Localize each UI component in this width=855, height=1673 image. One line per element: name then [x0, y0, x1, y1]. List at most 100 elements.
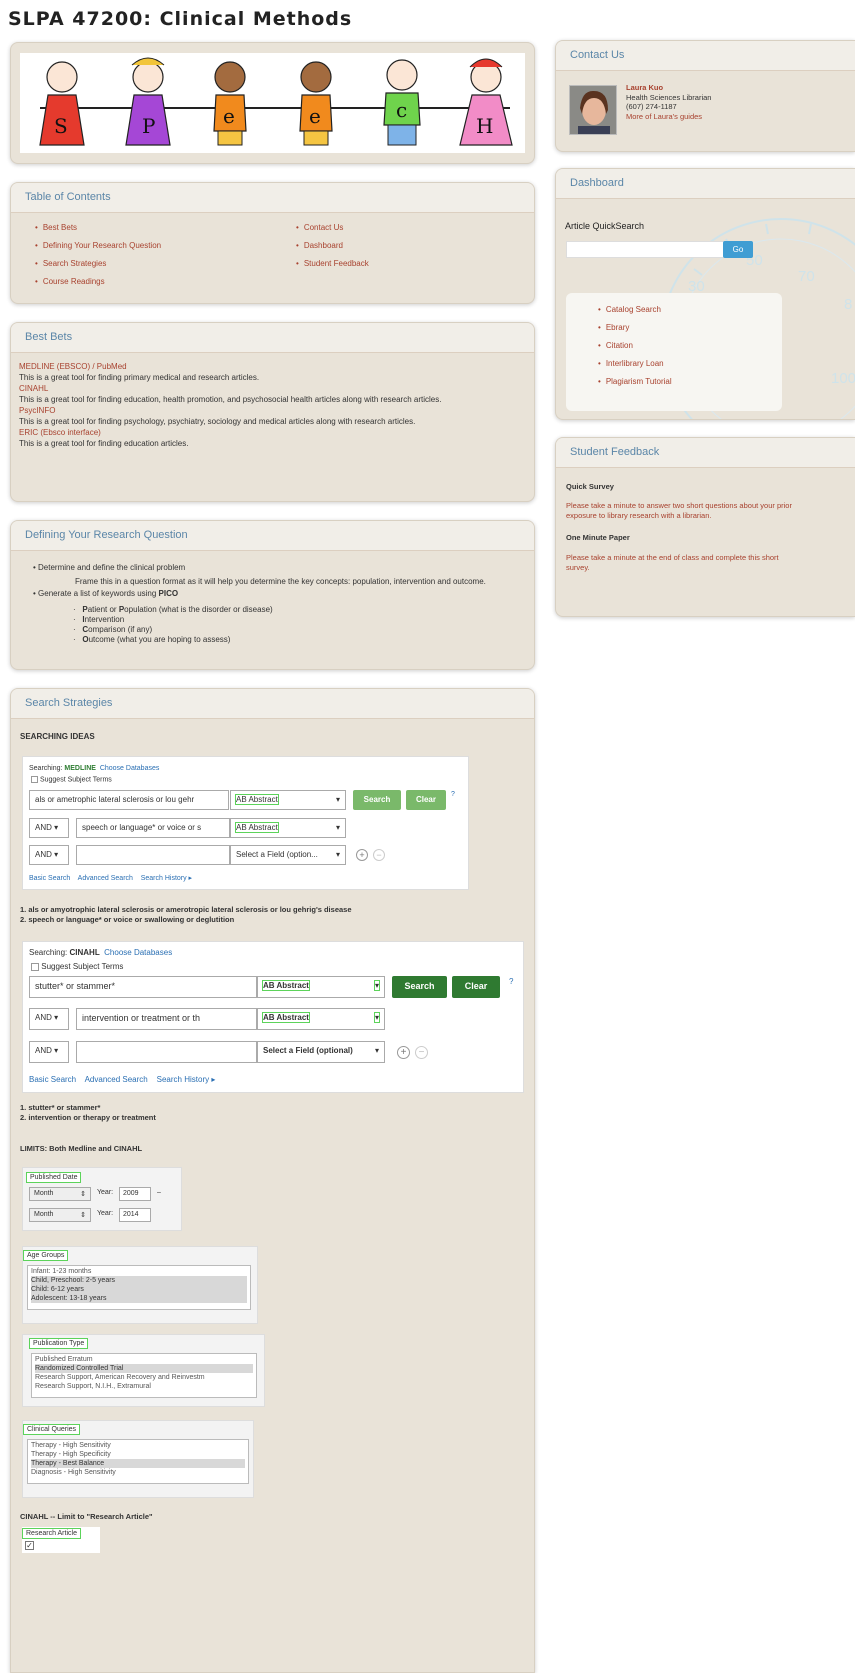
best-bet-link-eric[interactable]: ERIC (Ebsco interface)	[19, 427, 526, 438]
dash-link-catalog-search[interactable]: Catalog Search	[598, 305, 782, 314]
help-icon[interactable]: ?	[509, 977, 513, 986]
medline-row3-op[interactable]: AND ▾	[29, 845, 69, 865]
remove-row-icon[interactable]: −	[415, 1046, 428, 1059]
research-question-box: Defining Your Research Question • Determ…	[10, 520, 535, 670]
pico-list: · Patient or Population (what is the dis…	[73, 605, 523, 645]
quicksearch-input[interactable]	[566, 241, 726, 258]
age-option-infant[interactable]: Infant: 1-23 months	[31, 1267, 247, 1276]
cinahl-row2-input[interactable]: intervention or treatment or th	[76, 1008, 257, 1030]
dashboard-title: Dashboard	[556, 169, 855, 199]
research-article-checkbox[interactable]: ✓	[25, 1541, 34, 1550]
rq-bullet-1: • Determine and define the clinical prob…	[33, 563, 186, 572]
librarian-name[interactable]: Laura Kuo	[626, 83, 711, 93]
published-date-month-1[interactable]: Month ⇕	[29, 1187, 91, 1201]
cinahl-row2-op[interactable]: AND ▾	[29, 1008, 69, 1030]
publication-type-label: Publication Type	[29, 1338, 89, 1349]
dash-link-interlibrary-loan[interactable]: Interlibrary Loan	[598, 359, 782, 368]
toc-link-dashboard[interactable]: Dashboard	[296, 241, 369, 250]
cq-option-therapy-sensitivity[interactable]: Therapy - High Sensitivity	[31, 1441, 245, 1450]
medline-row1-field-select[interactable]: AB Abstract ▾	[230, 790, 346, 810]
dashboard-links-panel: Catalog Search Ebrary Citation Interlibr…	[566, 293, 782, 411]
medline-suggest-label: Suggest Subject Terms	[39, 776, 112, 784]
cinahl-row3-field-select[interactable]: Select a Field (optional) ▾	[257, 1041, 385, 1063]
limits-heading: LIMITS: Both Medline and CINAHL	[20, 1144, 143, 1153]
medline-row3-field-select[interactable]: Select a Field (option... ▾	[230, 845, 346, 865]
best-bet-link-psycinfo[interactable]: PsycINFO	[19, 405, 526, 416]
cinahl-row1-field-select[interactable]: AB Abstract ▾	[257, 976, 385, 998]
gauge-number-70: 70	[798, 268, 815, 285]
medline-row2-op[interactable]: AND ▾	[29, 818, 69, 838]
toc-link-search-strategies[interactable]: Search Strategies	[35, 259, 161, 268]
medline-search-history-link[interactable]: Search History ▸	[141, 875, 192, 882]
year-label-2: Year:	[97, 1210, 114, 1217]
pubtype-option-erratum[interactable]: Published Erratum	[35, 1355, 253, 1364]
cinahl-search-button[interactable]: Search	[392, 976, 447, 998]
banner-letter-4: e	[309, 104, 321, 128]
banner-letter-3: e	[223, 104, 235, 128]
dash-link-citation[interactable]: Citation	[598, 341, 782, 350]
published-date-year-1[interactable]: 2009	[119, 1187, 151, 1201]
cinahl-suggest-checkbox[interactable]	[31, 962, 39, 971]
dash-link-ebrary[interactable]: Ebrary	[598, 323, 782, 332]
age-option-child[interactable]: Child: 6-12 years	[31, 1285, 247, 1294]
cinahl-row1-input[interactable]: stutter* or stammer*	[29, 976, 257, 998]
age-groups-limit: Age Groups Infant: 1-23 months Child, Pr…	[22, 1246, 258, 1324]
medline-search-button[interactable]: Search	[353, 790, 401, 810]
cq-option-therapy-balance[interactable]: Therapy - Best Balance	[31, 1459, 245, 1468]
toc-link-contact-us[interactable]: Contact Us	[296, 223, 369, 232]
librarian-phone: (607) 274-1187	[626, 102, 677, 111]
medline-row1-input[interactable]: als or ametrophic lateral sclerosis or l…	[29, 790, 229, 810]
medline-row2-input[interactable]: speech or language* or voice or s	[76, 818, 230, 838]
medline-row3-input[interactable]	[76, 845, 230, 865]
gauge-number-100: 100	[831, 370, 855, 387]
add-row-icon[interactable]: +	[356, 849, 368, 861]
gauge-number-8: 8	[844, 296, 852, 313]
cinahl-clear-button[interactable]: Clear	[452, 976, 500, 998]
medline-clear-button[interactable]: Clear	[406, 790, 446, 810]
toc-link-student-feedback[interactable]: Student Feedback	[296, 259, 369, 268]
publication-type-select[interactable]: Published Erratum Randomized Controlled …	[31, 1353, 257, 1398]
published-date-label: Published Date	[26, 1172, 82, 1183]
published-date-year-2[interactable]: 2014	[119, 1208, 151, 1222]
dashboard-box: Dashboard 30 50 70 8 100 Article QuickSe…	[555, 168, 855, 420]
age-option-adolescent[interactable]: Adolescent: 13-18 years	[31, 1294, 247, 1303]
dash-link-plagiarism-tutorial[interactable]: Plagiarism Tutorial	[598, 377, 782, 386]
best-bet-link-cinahl[interactable]: CINAHL	[19, 383, 526, 394]
pubtype-option-arra[interactable]: Research Support, American Recovery and …	[35, 1373, 253, 1382]
cq-option-diagnosis-sensitivity[interactable]: Diagnosis - High Sensitivity	[31, 1468, 245, 1477]
clinical-queries-select[interactable]: Therapy - High Sensitivity Therapy - Hig…	[27, 1439, 249, 1484]
age-groups-select[interactable]: Infant: 1-23 months Child, Preschool: 2-…	[27, 1265, 251, 1310]
help-icon[interactable]: ?	[451, 791, 455, 798]
cinahl-row3-input[interactable]	[76, 1041, 257, 1063]
best-bet-link-medline[interactable]: MEDLINE (EBSCO) / PubMed	[19, 361, 526, 372]
medline-advanced-search-link[interactable]: Advanced Search	[78, 875, 133, 882]
quicksearch-go-button[interactable]: Go	[723, 241, 753, 258]
cinahl-advanced-search-link[interactable]: Advanced Search	[85, 1075, 148, 1084]
research-article-label: Research Article	[22, 1528, 81, 1539]
more-guides-link[interactable]: More of Laura's guides	[626, 112, 711, 122]
cinahl-basic-search-link[interactable]: Basic Search	[29, 1075, 76, 1084]
cinahl-search-history-link[interactable]: Search History ▸	[157, 1075, 216, 1084]
published-date-month-2[interactable]: Month ⇕	[29, 1208, 91, 1222]
medline-row2-field-select[interactable]: AB Abstract ▾	[230, 818, 346, 838]
toc-link-defining-question[interactable]: Defining Your Research Question	[35, 241, 161, 250]
cinahl-row2-field-select[interactable]: AB Abstract ▾	[257, 1008, 385, 1030]
add-row-icon[interactable]: +	[397, 1046, 410, 1059]
cinahl-choose-databases[interactable]: Choose Databases	[104, 948, 172, 957]
toc-link-course-readings[interactable]: Course Readings	[35, 277, 161, 286]
medline-choose-databases[interactable]: Choose Databases	[100, 765, 160, 772]
one-minute-paper-link[interactable]: Please take a minute at the end of class…	[566, 553, 794, 573]
age-option-preschool[interactable]: Child, Preschool: 2-5 years	[31, 1276, 247, 1285]
cq-option-therapy-specificity[interactable]: Therapy - High Specificity	[31, 1450, 245, 1459]
quick-survey-link[interactable]: Please take a minute to answer two short…	[566, 501, 794, 521]
publication-type-limit: Publication Type Published Erratum Rando…	[22, 1334, 265, 1407]
medline-basic-search-link[interactable]: Basic Search	[29, 875, 70, 882]
cinahl-row3-op[interactable]: AND ▾	[29, 1041, 69, 1063]
cinahl-db-name: CINAHL	[69, 948, 100, 957]
remove-row-icon[interactable]: −	[373, 849, 385, 861]
toc-link-best-bets[interactable]: Best Bets	[35, 223, 161, 232]
pubtype-option-nih[interactable]: Research Support, N.I.H., Extramural	[35, 1382, 253, 1391]
medline-suggest-checkbox[interactable]	[31, 776, 38, 783]
quick-survey-title: Quick Survey	[566, 482, 614, 491]
pubtype-option-rct[interactable]: Randomized Controlled Trial	[35, 1364, 253, 1373]
